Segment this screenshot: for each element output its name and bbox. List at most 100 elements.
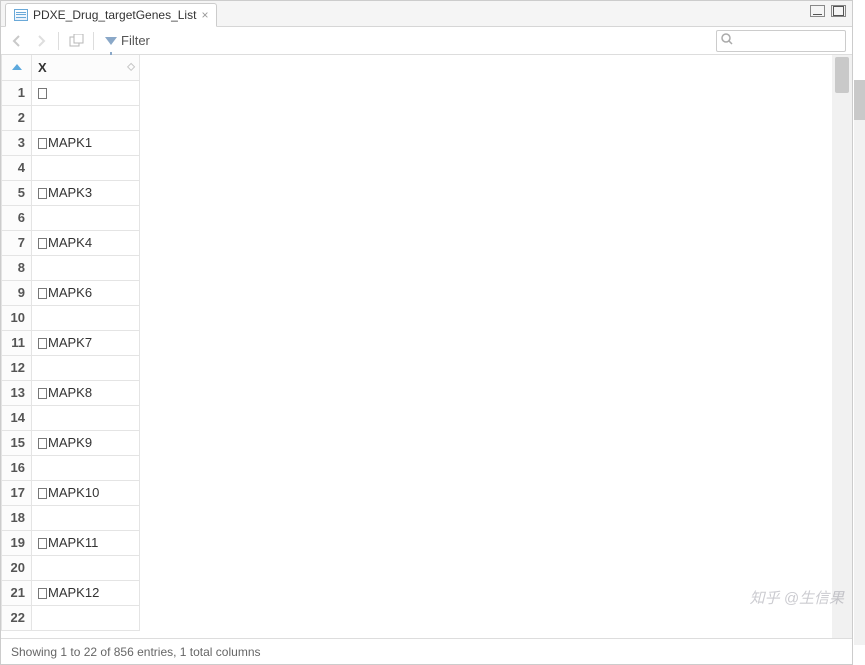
cell-X[interactable] [32, 305, 140, 330]
cell-X[interactable] [32, 155, 140, 180]
cell-X[interactable]: MAPK9 [32, 430, 140, 455]
data-table: X ◇ 123MAPK145MAPK367MAPK489MAPK61011MAP… [1, 55, 140, 631]
table-row[interactable]: 17MAPK10 [2, 480, 140, 505]
cell-X[interactable] [32, 355, 140, 380]
table-row[interactable]: 18 [2, 505, 140, 530]
row-number: 20 [2, 555, 32, 580]
cell-X[interactable]: MAPK12 [32, 580, 140, 605]
tofu-icon [38, 388, 47, 399]
table-row[interactable]: 11MAPK7 [2, 330, 140, 355]
toolbar: Filter [1, 27, 852, 55]
cell-X[interactable]: MAPK6 [32, 280, 140, 305]
table-icon [14, 9, 28, 21]
table-row[interactable]: 15MAPK9 [2, 430, 140, 455]
cell-X[interactable] [32, 505, 140, 530]
column-label: X [38, 60, 47, 75]
tofu-icon [38, 138, 47, 149]
table-row[interactable]: 20 [2, 555, 140, 580]
table-row[interactable]: 7MAPK4 [2, 230, 140, 255]
sort-handle-icon[interactable]: ◇ [127, 62, 135, 73]
cell-X[interactable] [32, 205, 140, 230]
cell-X[interactable]: MAPK1 [32, 130, 140, 155]
filter-icon [105, 37, 117, 45]
row-number: 4 [2, 155, 32, 180]
table-row[interactable]: 8 [2, 255, 140, 280]
table-row[interactable]: 13MAPK8 [2, 380, 140, 405]
row-number: 8 [2, 255, 32, 280]
table-row[interactable]: 12 [2, 355, 140, 380]
tab-title: PDXE_Drug_targetGenes_List [33, 8, 196, 22]
minimize-button[interactable] [810, 5, 825, 17]
tofu-icon [38, 88, 47, 99]
table-row[interactable]: 10 [2, 305, 140, 330]
row-number: 17 [2, 480, 32, 505]
cell-X[interactable] [32, 80, 140, 105]
row-number: 10 [2, 305, 32, 330]
row-number: 21 [2, 580, 32, 605]
row-number-header[interactable] [2, 55, 32, 80]
cell-X[interactable]: MAPK8 [32, 380, 140, 405]
row-number: 13 [2, 380, 32, 405]
table-row[interactable]: 6 [2, 205, 140, 230]
window-controls [810, 5, 846, 17]
sort-asc-icon [12, 64, 22, 70]
table-row[interactable]: 1 [2, 80, 140, 105]
cell-X[interactable]: MAPK7 [32, 330, 140, 355]
cell-X[interactable] [32, 105, 140, 130]
tofu-icon [38, 188, 47, 199]
tab-bar: PDXE_Drug_targetGenes_List × [1, 1, 852, 27]
table-row[interactable]: 3MAPK1 [2, 130, 140, 155]
cell-X[interactable]: MAPK3 [32, 180, 140, 205]
side-scrollbar[interactable] [854, 80, 865, 645]
tofu-icon [38, 438, 47, 449]
tab-close-icon[interactable]: × [201, 8, 208, 22]
nav-back-button[interactable] [7, 31, 27, 51]
row-number: 15 [2, 430, 32, 455]
popout-button[interactable] [66, 31, 86, 51]
nav-forward-button[interactable] [31, 31, 51, 51]
cell-X[interactable] [32, 255, 140, 280]
row-number: 12 [2, 355, 32, 380]
row-number: 3 [2, 130, 32, 155]
table-row[interactable]: 5MAPK3 [2, 180, 140, 205]
search-input[interactable] [737, 33, 841, 49]
column-header-X[interactable]: X ◇ [32, 55, 140, 80]
table-row[interactable]: 14 [2, 405, 140, 430]
vertical-scrollbar[interactable] [832, 55, 852, 638]
toolbar-separator [58, 32, 59, 50]
cell-X[interactable]: MAPK10 [32, 480, 140, 505]
status-bar: Showing 1 to 22 of 856 entries, 1 total … [1, 638, 852, 664]
row-number: 19 [2, 530, 32, 555]
search-box[interactable] [716, 30, 846, 52]
cell-X[interactable] [32, 605, 140, 630]
cell-X[interactable] [32, 405, 140, 430]
row-number: 9 [2, 280, 32, 305]
tofu-icon [38, 588, 47, 599]
cell-X[interactable]: MAPK11 [32, 530, 140, 555]
status-text: Showing 1 to 22 of 856 entries, 1 total … [11, 645, 261, 659]
table-row[interactable]: 21MAPK12 [2, 580, 140, 605]
table-viewport: X ◇ 123MAPK145MAPK367MAPK489MAPK61011MAP… [1, 55, 852, 638]
table-row[interactable]: 19MAPK11 [2, 530, 140, 555]
cell-X[interactable]: MAPK4 [32, 230, 140, 255]
table-row[interactable]: 4 [2, 155, 140, 180]
side-scroll-strip [853, 0, 865, 665]
row-number: 11 [2, 330, 32, 355]
tofu-icon [38, 538, 47, 549]
cell-X[interactable] [32, 455, 140, 480]
scroll-thumb[interactable] [835, 57, 849, 93]
table-row[interactable]: 2 [2, 105, 140, 130]
filter-label: Filter [121, 33, 150, 48]
filter-button[interactable]: Filter [101, 30, 154, 52]
tofu-icon [38, 238, 47, 249]
side-scroll-thumb[interactable] [854, 80, 865, 120]
cell-X[interactable] [32, 555, 140, 580]
table-row[interactable]: 16 [2, 455, 140, 480]
tab-active[interactable]: PDXE_Drug_targetGenes_List × [5, 3, 217, 27]
table-row[interactable]: 22 [2, 605, 140, 630]
row-number: 2 [2, 105, 32, 130]
tofu-icon [38, 488, 47, 499]
maximize-button[interactable] [831, 5, 846, 17]
toolbar-separator [93, 32, 94, 50]
table-row[interactable]: 9MAPK6 [2, 280, 140, 305]
